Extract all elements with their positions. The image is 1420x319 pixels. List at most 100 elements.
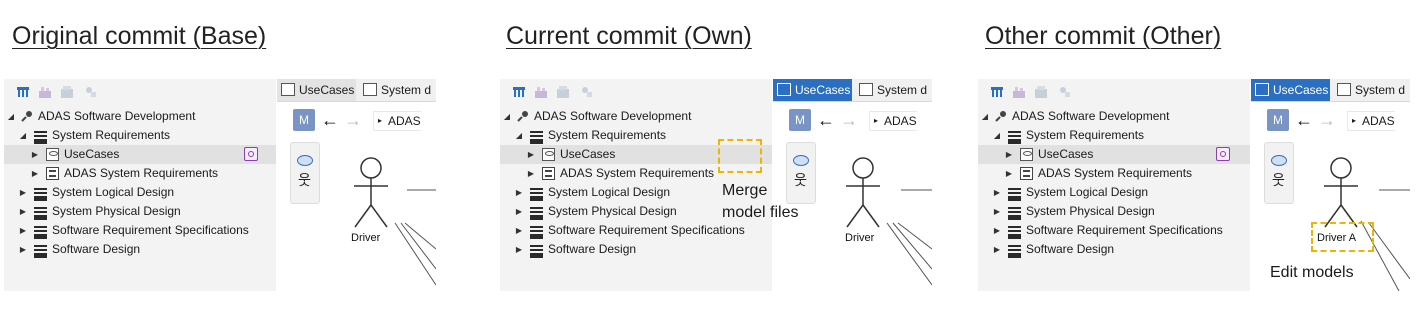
mode-button[interactable]: M [789, 109, 811, 131]
list-icon [1008, 226, 1021, 239]
tree-item-root[interactable]: ◢ ADAS Software Development [4, 107, 276, 126]
collapse-arrow-icon[interactable]: ▶ [992, 221, 1002, 240]
list-icon [34, 131, 47, 144]
collapse-arrow-icon[interactable]: ▶ [18, 240, 28, 259]
collapse-arrow-icon[interactable]: ▶ [30, 164, 40, 183]
tree-item-label: System Logical Design [52, 185, 175, 199]
collapse-arrow-icon[interactable]: ▶ [526, 164, 536, 183]
collapse-arrow-icon[interactable]: ▶ [30, 145, 40, 164]
list-icon [1008, 245, 1021, 258]
association-lines [886, 189, 932, 286]
merge-annotation: Merge model files [722, 182, 799, 221]
collapse-arrow-icon[interactable]: ▶ [514, 183, 524, 202]
actor-figure [846, 157, 880, 228]
breadcrumb[interactable]: ADAS [1347, 111, 1395, 131]
tree-item-usecases[interactable]: ▶ UseCases [978, 145, 1250, 164]
collapse-arrow-icon[interactable]: ▶ [514, 240, 524, 259]
expand-arrow-icon[interactable]: ◢ [992, 126, 1002, 145]
list-icon [1008, 131, 1021, 144]
tree-item-software-design[interactable]: ▶ Software Design [978, 240, 1250, 259]
requirements-diagram-icon [46, 167, 59, 180]
expand-arrow-icon[interactable]: ◢ [18, 126, 28, 145]
tree-item-adas-requirements[interactable]: ▶ ADAS System Requirements [4, 164, 276, 183]
heading-other: Other commit (Other) [985, 22, 1222, 50]
tree-item-adas-requirements[interactable]: ▶ ADAS System Requirements [978, 164, 1250, 183]
tree-item-label: System Physical Design [52, 204, 181, 218]
collapse-arrow-icon[interactable]: ▶ [514, 221, 524, 240]
expand-arrow-icon[interactable]: ◢ [514, 126, 524, 145]
tab-usecases[interactable]: UseCases [1251, 79, 1330, 101]
list-icon [34, 188, 47, 201]
tree-item-system-requirements[interactable]: ◢ System Requirements [4, 126, 276, 145]
merge-highlight-box [718, 139, 762, 173]
model-browser-icon[interactable] [512, 85, 526, 99]
tree-item-root[interactable]: ◢ ADAS Software Development [978, 107, 1250, 126]
expand-arrow-icon[interactable]: ◢ [502, 107, 512, 126]
breadcrumb[interactable]: ADAS [869, 111, 917, 131]
tree-item-software-req-specs[interactable]: ▶ Software Requirement Specifications [4, 221, 276, 240]
tab-usecases[interactable]: UseCases [277, 79, 356, 101]
tree-item-label: Software Requirement Specifications [1026, 223, 1223, 237]
tree-item-label: UseCases [560, 147, 616, 161]
model-browser-icon[interactable] [990, 85, 1004, 99]
pin-icon[interactable] [84, 85, 98, 99]
forward-arrow-icon[interactable]: → [1318, 107, 1336, 133]
diagram-icon[interactable] [1012, 85, 1026, 99]
edit-highlight-box [1311, 222, 1374, 252]
diagram-icon[interactable] [534, 85, 548, 99]
panel-own: ◢ ADAS Software Development ◢ System Req… [500, 79, 932, 291]
actor-label: Driver [845, 232, 875, 244]
model-browser-icon[interactable] [16, 85, 30, 99]
back-arrow-icon[interactable]: ← [1295, 107, 1313, 133]
back-arrow-icon[interactable]: ← [321, 107, 339, 133]
collapse-arrow-icon[interactable]: ▶ [1004, 145, 1014, 164]
mode-button[interactable]: M [293, 109, 315, 131]
tree-item-software-design[interactable]: ▶ Software Design [500, 240, 772, 259]
requirements-diagram-icon [1020, 167, 1033, 180]
collapse-arrow-icon[interactable]: ▶ [992, 240, 1002, 259]
diagram-toolbar: M ← → ADAS [1251, 107, 1410, 133]
package-icon[interactable] [60, 85, 74, 99]
tree-item-logical-design[interactable]: ▶ System Logical Design [978, 183, 1250, 202]
collapse-arrow-icon[interactable]: ▶ [992, 183, 1002, 202]
forward-arrow-icon[interactable]: → [840, 107, 858, 133]
tab-system[interactable]: System d [359, 79, 436, 101]
tree-item-software-req-specs[interactable]: ▶ Software Requirement Specifications [978, 221, 1250, 240]
collapse-arrow-icon[interactable]: ▶ [1004, 164, 1014, 183]
mode-button[interactable]: M [1267, 109, 1289, 131]
collapse-arrow-icon[interactable]: ▶ [526, 145, 536, 164]
tree-item-label: System Physical Design [1026, 204, 1155, 218]
expand-arrow-icon[interactable]: ◢ [6, 107, 16, 126]
collapse-arrow-icon[interactable]: ▶ [18, 202, 28, 221]
tree-item-physical-design[interactable]: ▶ System Physical Design [978, 202, 1250, 221]
collapse-arrow-icon[interactable]: ▶ [992, 202, 1002, 221]
collapse-arrow-icon[interactable]: ▶ [18, 221, 28, 240]
back-arrow-icon[interactable]: ← [817, 107, 835, 133]
tab-system[interactable]: System d [855, 79, 932, 101]
tab-usecases[interactable]: UseCases [773, 79, 852, 101]
forward-arrow-icon[interactable]: → [344, 107, 362, 133]
project-icon [517, 111, 528, 122]
tree-item-label: ADAS System Requirements [560, 166, 715, 180]
package-icon[interactable] [1034, 85, 1048, 99]
tree-item-usecases[interactable]: ▶ UseCases [4, 145, 276, 164]
tree-item-root[interactable]: ◢ ADAS Software Development [500, 107, 772, 126]
collapse-arrow-icon[interactable]: ▶ [514, 202, 524, 221]
tree-item-label: System Requirements [548, 128, 667, 142]
pin-icon[interactable] [580, 85, 594, 99]
tree-item-label: ADAS System Requirements [64, 166, 219, 180]
diagram-icon[interactable] [38, 85, 52, 99]
tree-item-physical-design[interactable]: ▶ System Physical Design [4, 202, 276, 221]
tree-item-software-design[interactable]: ▶ Software Design [4, 240, 276, 259]
tab-system[interactable]: System d [1333, 79, 1410, 101]
breadcrumb[interactable]: ADAS [373, 111, 421, 131]
tree-item-logical-design[interactable]: ▶ System Logical Design [4, 183, 276, 202]
tree-item-system-requirements[interactable]: ◢ System Requirements [978, 126, 1250, 145]
collapse-arrow-icon[interactable]: ▶ [18, 183, 28, 202]
tree-item-label: System Physical Design [548, 204, 677, 218]
requirements-diagram-icon [542, 167, 555, 180]
package-icon[interactable] [556, 85, 570, 99]
pin-icon[interactable] [1058, 85, 1072, 99]
expand-arrow-icon[interactable]: ◢ [980, 107, 990, 126]
tree-item-label: Software Design [548, 242, 637, 256]
